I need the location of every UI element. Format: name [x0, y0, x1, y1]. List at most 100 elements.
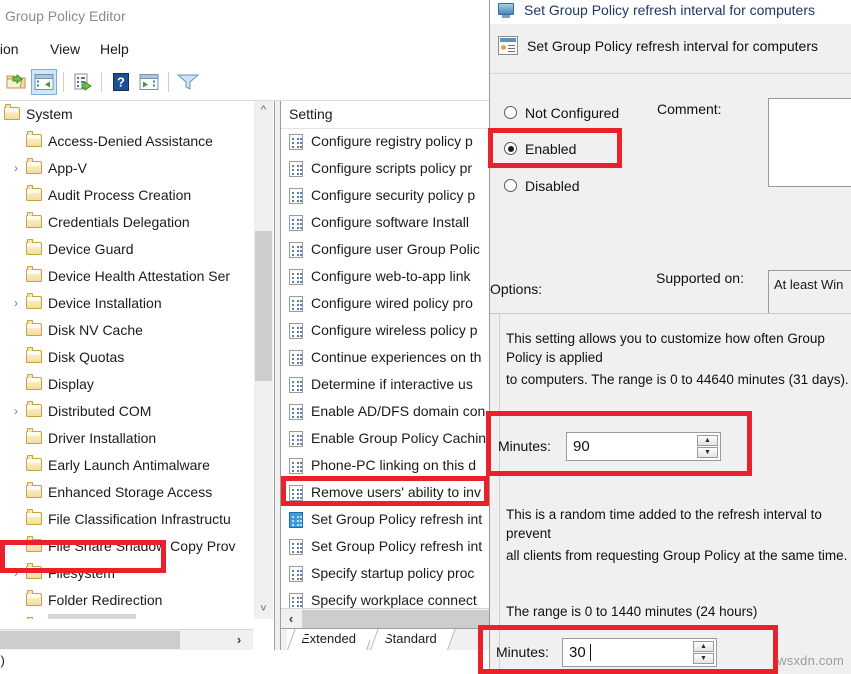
- table-row[interactable]: Phone-PC linking on this d: [281, 452, 489, 479]
- tree-item-label: Device Installation: [48, 290, 162, 317]
- tree-item-distributed-com[interactable]: ›Distributed COM: [0, 398, 253, 425]
- tree-item-enhanced-storage-access[interactable]: Enhanced Storage Access: [0, 479, 253, 506]
- spinner-up-icon[interactable]: ▲: [693, 641, 714, 652]
- help-paragraph: This setting allows you to customize how…: [506, 329, 850, 367]
- filter-icon[interactable]: [175, 69, 201, 95]
- table-row[interactable]: Configure registry policy p: [281, 128, 489, 155]
- tree-item-group-policy[interactable]: Group Policy: [0, 614, 253, 619]
- tree-item-disk-nv-cache[interactable]: Disk NV Cache: [0, 317, 253, 344]
- setting-name: Determine if interactive us: [311, 371, 473, 398]
- folder-icon: [26, 512, 42, 526]
- tree-list[interactable]: ⌄SystemAccess-Denied Assistance›App-VAud…: [0, 101, 253, 619]
- list-column-header[interactable]: Setting: [281, 101, 489, 129]
- scroll-up-icon[interactable]: ^: [254, 101, 273, 120]
- table-row[interactable]: Remove users' ability to inv: [281, 479, 489, 506]
- table-row[interactable]: Configure security policy p: [281, 182, 489, 209]
- chevron-down-icon[interactable]: ⌄: [0, 101, 2, 128]
- setting-name: Configure security policy p: [311, 182, 475, 209]
- list-horizontal-scrollbar[interactable]: ‹: [281, 608, 489, 629]
- show-action-pane-icon[interactable]: [136, 69, 162, 95]
- tree-item-device-health-attestation-ser[interactable]: Device Health Attestation Ser: [0, 263, 253, 290]
- table-row[interactable]: Specify workplace connect: [281, 587, 489, 609]
- dialog-options-panel: This setting allows you to customize how…: [490, 313, 851, 674]
- setting-name: Configure scripts policy pr: [311, 155, 472, 182]
- tree-item-label: Device Guard: [48, 236, 134, 263]
- policy-document-icon: [289, 485, 303, 501]
- menu-view[interactable]: View: [46, 40, 84, 58]
- tab-extended[interactable]: Extended: [287, 629, 366, 650]
- tree-item-driver-installation[interactable]: Driver Installation: [0, 425, 253, 452]
- minutes-spinner-random-offset[interactable]: 30 ▲ ▼: [562, 638, 717, 667]
- folder-icon: [26, 404, 42, 418]
- table-row[interactable]: Configure user Group Polic: [281, 236, 489, 263]
- menu-bar: tion View Help: [0, 34, 489, 64]
- table-row[interactable]: Configure wired policy pro: [281, 290, 489, 317]
- help-icon[interactable]: ?: [108, 69, 134, 95]
- tree-item-access-denied-assistance[interactable]: Access-Denied Assistance: [0, 128, 253, 155]
- tree-item-label: File Classification Infrastructu: [48, 506, 231, 533]
- export-list-icon[interactable]: [70, 69, 96, 95]
- tree-item-app-v[interactable]: ›App-V: [0, 155, 253, 182]
- setting-name: Configure wireless policy p: [311, 317, 478, 344]
- policy-document-icon: [289, 431, 303, 447]
- scrollbar-thumb-horizontal[interactable]: [302, 610, 489, 628]
- tree-item-early-launch-antimalware[interactable]: Early Launch Antimalware: [0, 452, 253, 479]
- policy-document-icon: [289, 188, 303, 204]
- settings-list-pane: Setting Configure registry policy pConfi…: [280, 101, 489, 650]
- tree-horizontal-scrollbar[interactable]: ›: [0, 629, 253, 650]
- table-row[interactable]: Continue experiences on th: [281, 344, 489, 371]
- table-row[interactable]: Specify startup policy proc: [281, 560, 489, 587]
- folder-icon: [26, 161, 42, 175]
- table-row[interactable]: Set Group Policy refresh int: [281, 506, 489, 533]
- tree-item-disk-quotas[interactable]: Disk Quotas: [0, 344, 253, 371]
- table-row[interactable]: Configure wireless policy p: [281, 317, 489, 344]
- show-console-tree-icon[interactable]: [31, 69, 57, 95]
- spinner-down-icon[interactable]: ▼: [693, 653, 714, 664]
- table-row[interactable]: Set Group Policy refresh int: [281, 533, 489, 560]
- scroll-down-icon[interactable]: ˅: [254, 600, 273, 619]
- table-row[interactable]: Configure web-to-app link: [281, 263, 489, 290]
- tree-item-device-installation[interactable]: › Device Installation: [0, 290, 253, 317]
- toolbar: ?: [0, 64, 489, 101]
- tree-item-file-classification-infrastructu[interactable]: File Classification Infrastructu: [0, 506, 253, 533]
- table-row[interactable]: Determine if interactive us: [281, 371, 489, 398]
- chevron-right-icon[interactable]: ›: [8, 398, 24, 425]
- tree-item-display[interactable]: Display: [0, 371, 253, 398]
- scrollbar-thumb-horizontal[interactable]: [0, 631, 180, 649]
- menu-action[interactable]: tion: [0, 40, 23, 58]
- tree-item-filesystem[interactable]: ›Filesystem: [0, 560, 253, 587]
- tree-item-label: Device Health Attestation Ser: [48, 263, 230, 290]
- table-row[interactable]: Configure scripts policy pr: [281, 155, 489, 182]
- chevron-right-icon[interactable]: ›: [8, 290, 24, 317]
- setting-name: Configure user Group Polic: [311, 236, 480, 263]
- tree-item-folder-redirection[interactable]: Folder Redirection: [0, 587, 253, 614]
- spinner-down-icon[interactable]: ▼: [697, 447, 718, 458]
- table-row[interactable]: Enable Group Policy Cachin: [281, 425, 489, 452]
- scroll-left-icon[interactable]: ‹: [281, 609, 301, 629]
- chevron-right-icon[interactable]: ›: [8, 560, 24, 587]
- tree-vertical-scrollbar[interactable]: ^ ˅: [254, 101, 273, 619]
- tree-item-label: Access-Denied Assistance: [48, 128, 213, 155]
- spinner-buttons[interactable]: ▲ ▼: [693, 641, 714, 664]
- tree-item-credentials-delegation[interactable]: Credentials Delegation: [0, 209, 253, 236]
- minutes-spinner-interval[interactable]: 90 ▲ ▼: [566, 432, 721, 461]
- spinner-buttons[interactable]: ▲ ▼: [697, 435, 718, 458]
- open-folder-icon[interactable]: [3, 69, 29, 95]
- comment-textarea[interactable]: [768, 98, 851, 187]
- tab-standard[interactable]: Standard: [370, 629, 447, 650]
- computer-monitor-icon: [497, 3, 517, 19]
- radio-indicator: [504, 106, 517, 119]
- tree-item-system[interactable]: ⌄System: [0, 101, 253, 128]
- menu-help[interactable]: Help: [96, 40, 133, 58]
- tree-item-audit-process-creation[interactable]: Audit Process Creation: [0, 182, 253, 209]
- scrollbar-thumb[interactable]: [255, 231, 272, 381]
- table-row[interactable]: Enable AD/DFS domain con: [281, 398, 489, 425]
- settings-list[interactable]: Configure registry policy pConfigure scr…: [281, 128, 489, 609]
- table-row[interactable]: Configure software Install: [281, 209, 489, 236]
- spinner-up-icon[interactable]: ▲: [697, 435, 718, 446]
- tree-item-device-guard[interactable]: Device Guard: [0, 236, 253, 263]
- chevron-right-icon[interactable]: ›: [8, 155, 24, 182]
- tree-item-file-share-shadow-copy-prov[interactable]: File Share Shadow Copy Prov: [0, 533, 253, 560]
- scroll-right-icon[interactable]: ›: [226, 630, 252, 650]
- supported-on-value: At least Win: [774, 277, 843, 292]
